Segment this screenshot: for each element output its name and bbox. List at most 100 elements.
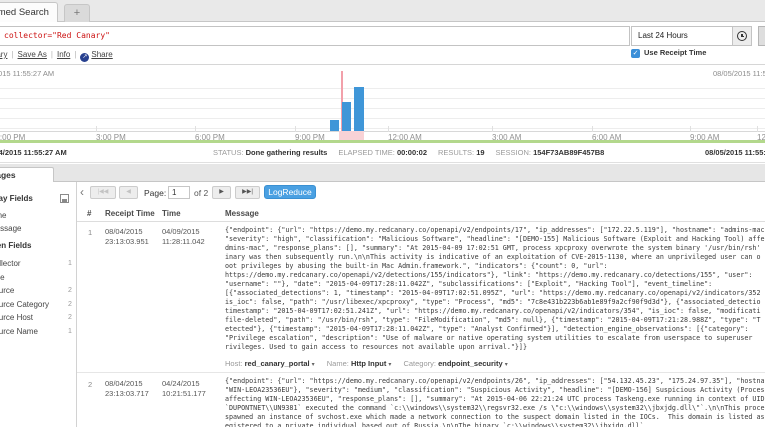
collapse-sidebar-button[interactable]: ‹ [80,185,84,199]
new-tab-button[interactable]: + [64,4,90,22]
display-field-item[interactable]: Message [0,224,21,233]
gridline [0,88,765,89]
col-header-receipt-time: Receipt Time [105,209,155,218]
histogram-end-time: 08/05/2015 11:55:27 AM [713,69,765,78]
time-cell: 04/24/2015 10:21:51.177 [162,379,206,399]
message-line: "WIN-LEOA23536EU"}, "severity": "medium"… [225,386,765,395]
message-line: inary was then subsequently run.\n\nThis… [225,253,765,262]
status-label: STATUS: [213,148,246,157]
status-items: STATUS: Done gathering resultsELAPSED TI… [213,148,615,157]
share-icon[interactable]: ↗ [80,53,89,62]
row-number: 2 [88,380,92,389]
next-page-button[interactable]: ▶ [212,186,231,199]
save-as-link[interactable]: Save As [18,50,47,59]
last-page-button[interactable]: ▶▶| [235,186,260,199]
display-field-item[interactable]: Time [0,211,6,220]
status-label: ELAPSED TIME: [338,148,397,157]
message-line: "Privilege escalation", "description": "… [225,334,765,343]
logreduce-button[interactable]: LogReduce [264,185,316,199]
page-label: Page: [144,188,166,198]
hidden-field-item[interactable]: Source Name [0,327,38,336]
status-start-time: 08/04/2015 11:55:27 AM [0,148,67,157]
message-line: "username": ""}, "date": "2015-04-09T17:… [225,280,765,289]
message-line: {"endpoint": {"url": "https://demo.my.re… [225,226,765,235]
message-line: oot privileges by abusing the built-in M… [225,262,765,271]
message-line: {"endpoint": {"url": "https://demo.my.re… [225,377,765,386]
col-header-num: # [87,209,91,218]
time-cell: 04/09/2015 11:28:11.042 [162,227,205,247]
message-line: "severity": "high", "classification": "M… [225,235,765,244]
hidden-field-item[interactable]: Source Host [0,313,33,322]
host-value[interactable]: red_canary_portal [245,359,310,368]
message-line: is_ioc": false, "path": "/usr/libexec/xp… [225,298,765,307]
message-line: https://demo.my.redcanary.co/openapi/v2/… [225,271,765,280]
status-label: RESULTS: [438,148,476,157]
gridline [0,128,765,129]
gridline [0,108,765,109]
library-link[interactable]: Library [0,50,7,59]
axis-tick [592,126,593,132]
message-line: rivileges. Used to gain access to resour… [225,343,765,352]
message-line: `DUPONTNET\\UN9381` executed the command… [225,404,765,413]
tab-unnamed-search[interactable]: Unnamed Search [0,2,58,22]
row-separator [77,372,765,373]
use-receipt-time-label: Use Receipt Time [644,48,706,57]
field-count: 1 [68,260,72,267]
message-line: [{"associated_detections": 1, "timestamp… [225,289,765,298]
histogram-bar [354,87,364,131]
tab-messages[interactable]: Messages [0,167,54,183]
message-line: spawned an instance of svchost.exe which… [225,413,765,422]
link-separator: | [11,50,13,59]
time-range-value: Last 24 Hours [638,27,688,45]
display-fields-header: Display Fields [0,194,33,203]
link-separator: | [74,50,76,59]
dropdown-caret-icon[interactable]: ▾ [505,362,508,368]
share-link[interactable]: Share [91,50,112,59]
hidden-field-item[interactable]: Collector [0,259,21,268]
gridline [0,98,765,99]
axis-tick [295,126,296,132]
x-axis [0,131,765,132]
histogram-bar [330,120,339,131]
dropdown-caret-icon[interactable]: ▾ [388,362,391,368]
message-line: timestamp": "2015-04-09T17:02:51.241Z", … [225,307,765,316]
histogram-bar [342,102,351,131]
message-line: etected"}, {"timestamp": "2015-04-09T17:… [225,325,765,334]
app-window: Unnamed Search + collector="Red Canary" … [0,0,765,427]
hidden-field-item[interactable]: Source [0,286,14,295]
link-separator: | [51,50,53,59]
start-button-partial[interactable] [758,26,765,46]
prev-page-button[interactable]: ◀ [119,186,138,199]
name-label: Name: [327,359,349,368]
message-line: egistered to a private individual based … [225,422,765,427]
field-count: 2 [68,287,72,294]
category-value[interactable]: endpoint_security [438,359,503,368]
message-line: dmins-mac", "response_plans": [], "summa… [225,244,765,253]
field-count: 2 [68,301,72,308]
message-line: affecting WIN-LEOA23536EU", "response_pl… [225,395,765,404]
header-border [77,221,765,222]
col-header-time: Time [162,209,181,218]
info-link[interactable]: Info [57,50,70,59]
axis-tick [195,126,196,132]
name-value[interactable]: Http Input [351,359,386,368]
query-text: collector="Red Canary" [4,27,110,45]
time-range-select[interactable]: Last 24 Hours [631,26,752,46]
sidebar-border [76,182,77,427]
first-page-button[interactable]: |◀◀ [90,186,116,199]
axis-tick [757,126,758,132]
status-value: 154F73AB89F457B8 [533,148,604,157]
save-fields-icon[interactable] [60,194,69,203]
page-number-input[interactable] [168,186,190,199]
axis-tick [690,126,691,132]
host-label: Host: [225,359,243,368]
clock-icon[interactable] [732,27,751,45]
hidden-field-item[interactable]: Size [0,273,5,282]
page-total: of 2 [194,188,208,198]
search-query-input[interactable]: collector="Red Canary" [0,26,630,46]
use-receipt-time-checkbox[interactable]: ✓ [631,49,640,58]
panel-tab-strip [0,164,765,182]
hidden-field-item[interactable]: Source Category [0,300,49,309]
dropdown-caret-icon[interactable]: ▾ [312,362,315,368]
category-label: Category: [403,359,436,368]
